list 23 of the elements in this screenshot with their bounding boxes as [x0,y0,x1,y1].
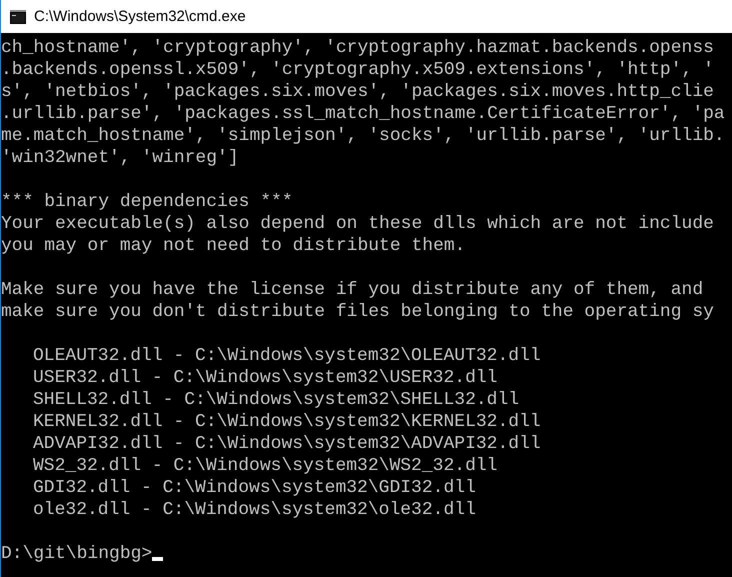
console-line: KERNEL32.dll - C:\Windows\system32\KERNEL32.dll [33,411,541,433]
console-line: me.match_hostname', 'simplejson', 'socks', 'urllib.parse', 'urllib. [1,125,725,147]
console-line: WS2_32.dll - C:\Windows\system32\WS2_32.dll [33,455,498,477]
console-line: .backends.openssl.x509', 'cryptography.x509.extensions', 'http', ' [1,59,714,81]
console-line: ole32.dll - C:\Windows\system32\ole32.dll [33,499,476,521]
console-line: 'win32wnet', 'winreg'] [1,147,239,169]
text-cursor [152,557,164,561]
console-line: .urllib.parse', 'packages.ssl_match_hostname.CertificateError', 'pa [1,103,725,125]
console-line: *** binary dependencies *** [1,191,293,213]
console-line: ch_hostname', 'cryptography', 'cryptography.hazmat.backends.openss [1,37,714,59]
console-line: Your executable(s) also depend on these dlls which are not include [1,213,714,235]
console-line: GDI32.dll - C:\Windows\system32\GDI32.dll [33,477,476,499]
console-line: OLEAUT32.dll - C:\Windows\system32\OLEAUT32.dll [33,345,541,367]
console-line: SHELL32.dll - C:\Windows\system32\SHELL32.dll [33,389,520,411]
console-line: Make sure you have the license if you distribute any of them, and [1,279,704,301]
command-prompt: D:\git\bingbg> [1,543,152,565]
console-line: you may or may not need to distribute them. [1,235,466,257]
console-icon [10,10,26,24]
console-line: s', 'netbios', 'packages.six.moves', 'packages.six.moves.http_clie [1,81,714,103]
console-line: make sure you don't distribute files belonging to the operating sy [1,301,714,323]
window-title: C:\Windows\System32\cmd.exe [34,8,246,25]
console-line: USER32.dll - C:\Windows\system32\USER32.dll [33,367,498,389]
console-line: ADVAPI32.dll - C:\Windows\system32\ADVAPI32.dll [33,433,541,455]
